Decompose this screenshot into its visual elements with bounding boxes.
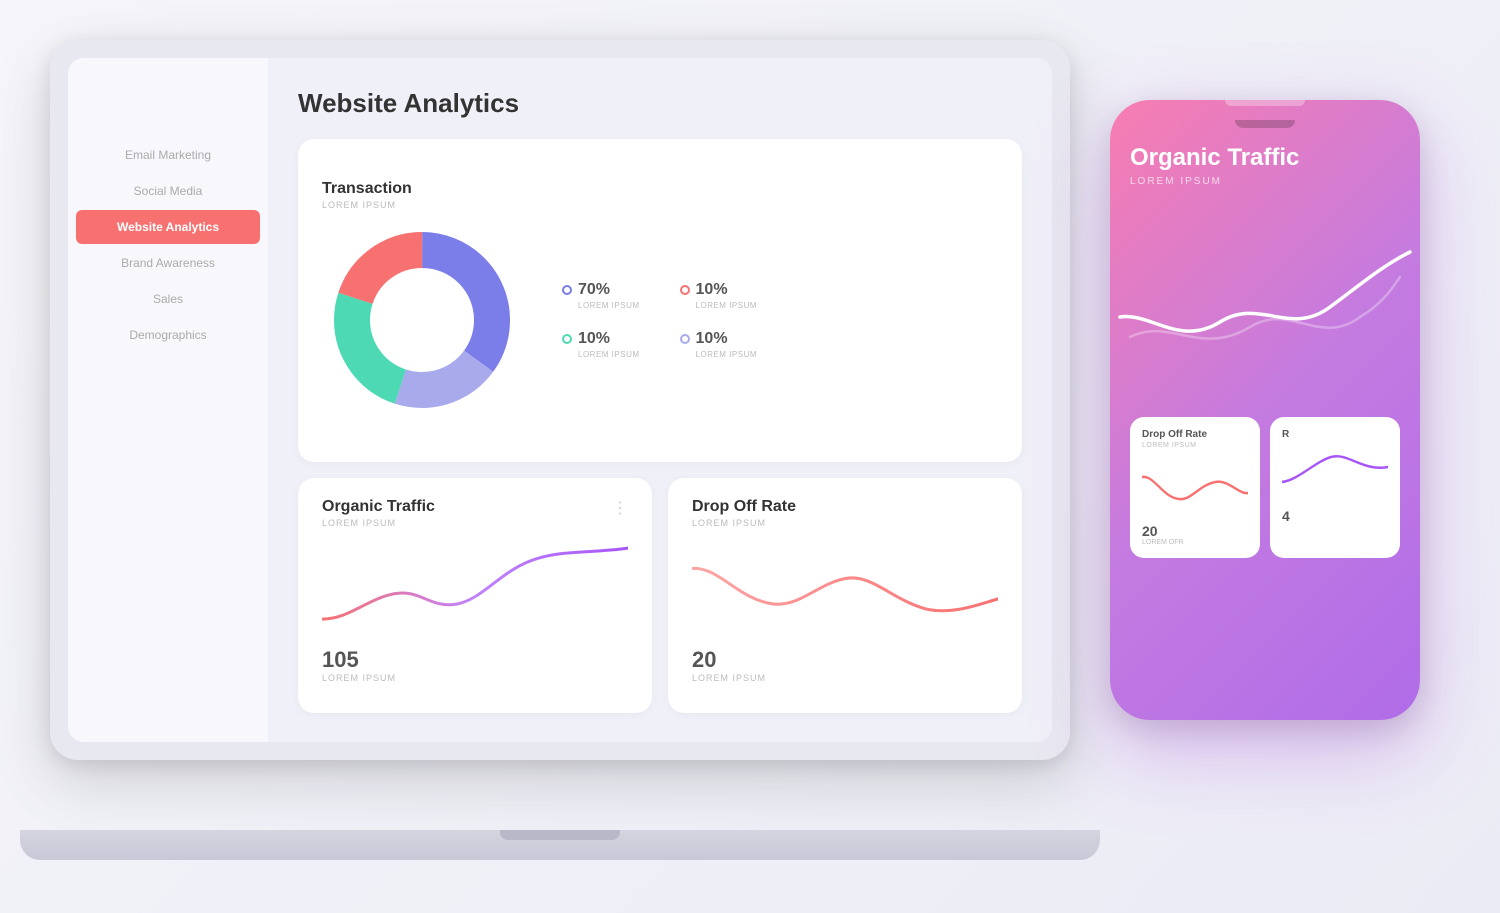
laptop-screen: Email Marketing Social Media Website Ana… (68, 58, 1052, 742)
phone-mini-card-r: R 4 (1270, 417, 1400, 558)
legend-value-1: 70% (562, 281, 640, 299)
legend-value-2: 10% (680, 281, 758, 299)
mini-chart-r-svg (1282, 442, 1388, 502)
mini-card-dropoff-value: 20 (1142, 523, 1248, 539)
drop-off-subtitle: LOREM IPSUM (692, 518, 796, 528)
legend-value-3: 10% (562, 330, 640, 348)
mini-chart-r (1282, 442, 1388, 502)
organic-traffic-svg (322, 538, 628, 639)
phone-mini-card-dropoff: Drop Off Rate LOREM IPSUM 20 LOREM OFR (1130, 417, 1260, 558)
organic-traffic-title-group: Organic Traffic LOREM IPSUM (322, 498, 435, 538)
phone-notch (1235, 120, 1295, 128)
mini-card-dropoff-label: LOREM OFR (1142, 539, 1248, 546)
organic-traffic-card: Organic Traffic LOREM IPSUM ⋮ (298, 478, 652, 713)
organic-traffic-header: Organic Traffic LOREM IPSUM ⋮ (322, 498, 628, 538)
laptop: Email Marketing Social Media Website Ana… (50, 40, 1100, 860)
transaction-title: Transaction (322, 180, 998, 198)
phone-wave-svg (1130, 217, 1400, 397)
bottom-row: Organic Traffic LOREM IPSUM ⋮ (298, 478, 1022, 713)
sidebar-item-social-media[interactable]: Social Media (68, 174, 268, 208)
drop-off-value: 20 (692, 647, 998, 673)
transaction-inner: 70% LOREM IPSUM 10% (322, 220, 998, 420)
drop-off-value-label: LOREM IPSUM (692, 673, 998, 683)
drop-off-title: Drop Off Rate (692, 498, 796, 516)
phone-title: Organic Traffic (1130, 144, 1400, 172)
donut-legend: 70% LOREM IPSUM 10% (562, 281, 757, 359)
page-title: Website Analytics (298, 88, 1022, 119)
scene: Email Marketing Social Media Website Ana… (0, 0, 1500, 913)
legend-dot-3 (562, 334, 572, 344)
sidebar-item-email-marketing[interactable]: Email Marketing (68, 138, 268, 172)
organic-traffic-value: 105 (322, 647, 628, 673)
drop-off-card: Drop Off Rate LOREM IPSUM (668, 478, 1022, 713)
drop-off-svg (692, 538, 998, 639)
phone-wave-chart (1130, 217, 1400, 397)
donut-svg (322, 220, 522, 420)
organic-traffic-line (322, 548, 628, 619)
mini-card-r-title: R (1282, 429, 1388, 440)
organic-traffic-chart (322, 538, 628, 639)
donut-chart (322, 220, 522, 420)
mini-chart-dropoff (1142, 457, 1248, 517)
organic-traffic-title: Organic Traffic (322, 498, 435, 516)
sidebar-item-brand-awareness[interactable]: Brand Awareness (68, 246, 268, 280)
sidebar: Email Marketing Social Media Website Ana… (68, 58, 268, 742)
legend-value-4: 10% (680, 330, 758, 348)
phone: Organic Traffic LOREM IPSUM Drop Off Rat… (1110, 100, 1420, 720)
mini-chart-dropoff-svg (1142, 457, 1248, 517)
mini-r-line (1282, 456, 1388, 482)
drop-off-title-group: Drop Off Rate LOREM IPSUM (692, 498, 796, 538)
legend-item-4: 10% LOREM IPSUM (680, 330, 758, 359)
phone-wave-main (1120, 252, 1410, 331)
drop-off-header: Drop Off Rate LOREM IPSUM (692, 498, 998, 538)
phone-mini-cards: Drop Off Rate LOREM IPSUM 20 LOREM OFR R (1130, 417, 1400, 558)
organic-traffic-value-label: LOREM IPSUM (322, 673, 628, 683)
drop-off-chart (692, 538, 998, 639)
sidebar-item-demographics[interactable]: Demographics (68, 318, 268, 352)
dots-menu-organic[interactable]: ⋮ (612, 498, 628, 518)
sidebar-item-website-analytics[interactable]: Website Analytics (76, 210, 260, 244)
laptop-body: Email Marketing Social Media Website Ana… (50, 40, 1070, 760)
laptop-base (20, 830, 1100, 860)
legend-dot-2 (680, 285, 690, 295)
mini-card-r-value: 4 (1282, 508, 1388, 524)
transaction-card: Transaction LOREM IPSUM (298, 139, 1022, 462)
legend-item-1: 70% LOREM IPSUM (562, 281, 640, 310)
main-content: Website Analytics Transaction LOREM IPSU… (268, 58, 1052, 742)
drop-off-line (692, 568, 998, 610)
legend-item-2: 10% LOREM IPSUM (680, 281, 758, 310)
phone-subtitle: LOREM IPSUM (1130, 176, 1400, 187)
legend-dot-4 (680, 334, 690, 344)
transaction-subtitle: LOREM IPSUM (322, 200, 998, 210)
cards-grid: Transaction LOREM IPSUM (298, 139, 1022, 713)
donut-hole (380, 278, 464, 362)
mini-dropoff-line (1142, 477, 1248, 499)
sidebar-item-sales[interactable]: Sales (68, 282, 268, 316)
mini-card-dropoff-title: Drop Off Rate (1142, 429, 1248, 440)
mini-card-dropoff-subtitle: LOREM IPSUM (1142, 442, 1248, 449)
legend-item-3: 10% LOREM IPSUM (562, 330, 640, 359)
organic-traffic-subtitle: LOREM IPSUM (322, 518, 435, 528)
legend-dot-1 (562, 285, 572, 295)
